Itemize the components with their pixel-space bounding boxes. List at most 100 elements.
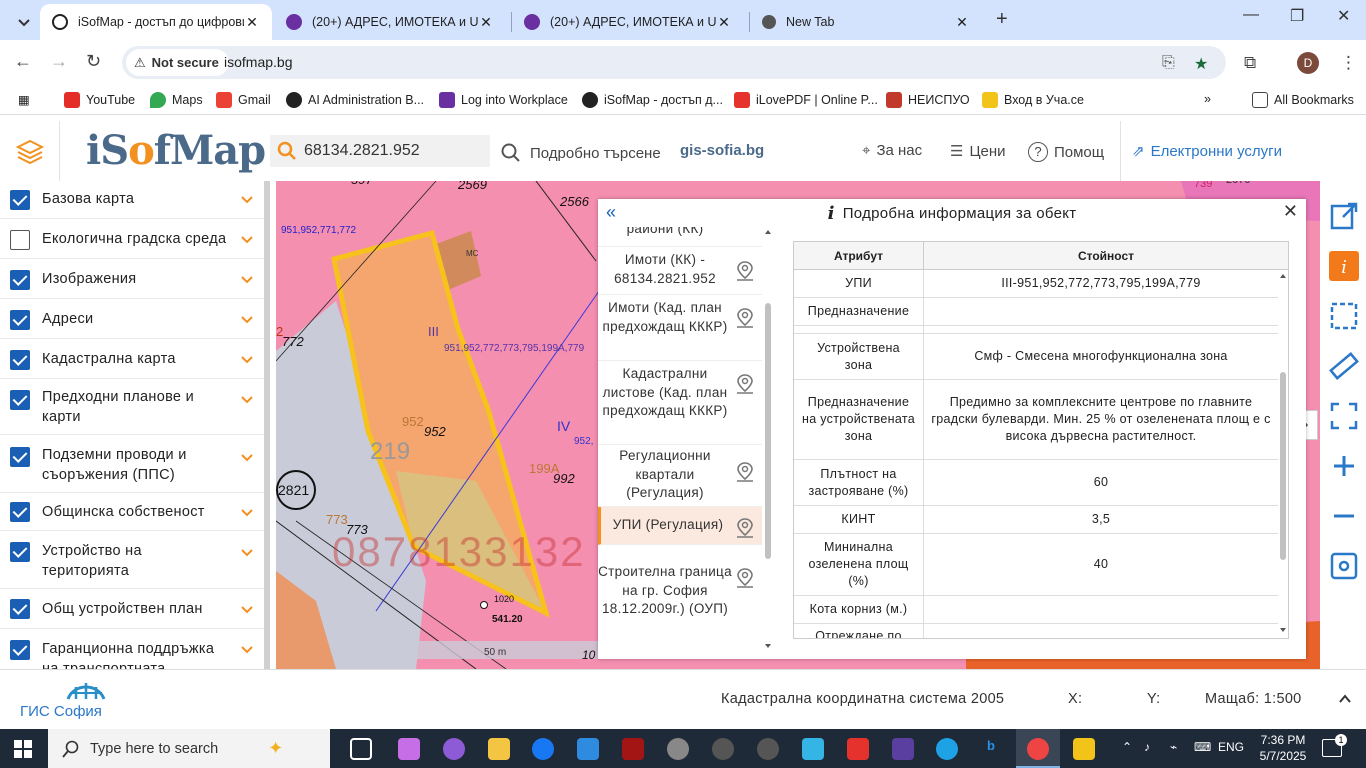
object-item[interactable]: Регулационни квартали (Регулация) [598, 445, 762, 507]
apps-grid-icon[interactable]: ▦ [18, 92, 30, 107]
object-item-selected[interactable]: УПИ (Регулация) [598, 507, 762, 545]
profile-avatar[interactable]: D [1297, 52, 1319, 74]
new-tab-button[interactable]: + [996, 8, 1008, 31]
bookmark-gmail[interactable]: Gmail [216, 92, 271, 108]
minimize-icon[interactable]: — [1243, 6, 1259, 24]
app-grey-icon[interactable] [667, 738, 689, 760]
keyboard-icon[interactable]: ⌨ [1194, 740, 1211, 754]
tab-search-button[interactable] [14, 4, 36, 40]
chevron-down-icon[interactable] [240, 273, 254, 287]
forward-icon[interactable]: → [50, 51, 68, 72]
layer-checkbox[interactable] [10, 350, 30, 370]
map-pin-icon[interactable] [735, 373, 755, 395]
layer-row[interactable]: Общинска собственост [0, 493, 266, 531]
layer-checkbox[interactable] [10, 310, 30, 330]
bookmark-maps[interactable]: Maps [150, 92, 203, 108]
windows-start-icon[interactable] [14, 740, 32, 758]
language-indicator[interactable]: ENG [1218, 740, 1244, 754]
bookmark-ai-admin[interactable]: AI Administration B... [286, 92, 424, 108]
copilot-icon[interactable] [398, 738, 420, 760]
search-input[interactable] [304, 142, 484, 160]
chevron-down-icon[interactable] [240, 393, 254, 407]
layer-checkbox[interactable] [10, 230, 30, 250]
map-pin-icon[interactable] [735, 517, 755, 539]
tab-new-tab[interactable]: New Tab ✕ [750, 4, 982, 40]
chevron-down-icon[interactable] [240, 193, 254, 207]
object-list-scrollbar[interactable] [764, 229, 772, 649]
object-item[interactable]: Имоти (КК) - 68134.2821.952 [598, 247, 762, 295]
layer-checkbox[interactable] [10, 502, 30, 522]
layer-checkbox[interactable] [10, 640, 30, 660]
bookmark-neispuo[interactable]: НЕИСПУО [886, 92, 970, 108]
reload-icon[interactable]: ↻ [86, 51, 101, 72]
isofmap-logo[interactable]: iSofMap [86, 127, 266, 174]
layer-row[interactable]: Предходни планове и карти [0, 379, 266, 435]
menu-kebab-icon[interactable]: ⋮ [1340, 53, 1357, 73]
task-view-icon[interactable] [350, 738, 372, 760]
close-icon[interactable]: ✕ [1283, 201, 1298, 222]
gis-sofia-logo-text[interactable]: ГИС София [20, 703, 102, 720]
zoom-app-icon[interactable] [802, 738, 824, 760]
layer-row[interactable]: Подземни проводи и съоръжения (ППС) [0, 435, 266, 493]
bing-icon[interactable]: b [980, 738, 1002, 760]
chevron-down-icon[interactable] [240, 233, 254, 247]
map-pin-icon[interactable] [735, 461, 755, 483]
object-item[interactable]: Строителна граница на гр. София 18.12.20… [598, 545, 762, 657]
clock[interactable]: 7:36 PM 5/7/2025 [1258, 732, 1308, 764]
restore-icon[interactable]: ❐ [1290, 6, 1304, 26]
layers-toggle-button[interactable] [0, 121, 60, 181]
map-pin-icon[interactable] [735, 567, 755, 589]
taskbar-chrome-active[interactable] [1016, 729, 1060, 768]
taskbar-search[interactable]: Type here to search ✦ [48, 729, 330, 768]
tab-facebook-1[interactable]: (20+) АДРЕС, ИМОТЕКА и UNI ✕ [274, 4, 506, 40]
layer-row[interactable]: Устройство на територията [0, 531, 266, 589]
zoom-in-icon[interactable] [1329, 451, 1359, 481]
bookmarks-overflow-icon[interactable]: » [1204, 92, 1211, 106]
layer-row[interactable]: Адреси [0, 299, 266, 339]
chevron-down-icon[interactable] [240, 451, 254, 465]
close-icon[interactable]: ✕ [954, 14, 970, 31]
external-link-icon[interactable] [1329, 201, 1359, 231]
layer-row[interactable]: Изображения [0, 259, 266, 299]
back-icon[interactable]: ← [14, 51, 32, 72]
zoom-out-icon[interactable] [1329, 501, 1359, 531]
app-red-icon[interactable] [622, 738, 644, 760]
bookmark-star-icon[interactable]: ★ [1194, 54, 1208, 74]
messenger-icon[interactable] [443, 738, 465, 760]
ruler-icon[interactable] [1329, 351, 1359, 381]
layer-row[interactable]: Кадастрална карта [0, 339, 266, 379]
object-item[interactable]: райони (КК) [598, 227, 762, 247]
info-icon[interactable]: i [1329, 251, 1359, 281]
workplace-icon[interactable] [892, 738, 914, 760]
map-pin-icon[interactable] [735, 307, 755, 329]
chrome-bg-profile-icon[interactable] [757, 738, 779, 760]
edge-icon[interactable] [936, 738, 958, 760]
close-icon[interactable]: ✕ [716, 14, 732, 31]
bookmark-youtube[interactable]: YouTube [64, 92, 135, 108]
close-icon[interactable]: ✕ [244, 14, 260, 31]
search-box[interactable] [270, 135, 490, 167]
chevron-down-icon[interactable] [240, 313, 254, 327]
network-icon[interactable]: ⌁ [1170, 740, 1177, 754]
locate-icon[interactable] [1329, 551, 1359, 581]
app-warning-icon[interactable] [1073, 738, 1095, 760]
chevron-down-icon[interactable] [240, 603, 254, 617]
chevron-down-icon[interactable] [240, 643, 254, 657]
layer-checkbox[interactable] [10, 599, 30, 619]
layer-row[interactable]: Гаранционна поддръжка на транспортната [0, 629, 266, 669]
layer-row[interactable]: Общ устройствен план [0, 589, 266, 629]
address-bar[interactable]: ⚠ Not secure isofmap.bg ⎘ ★ [122, 46, 1226, 79]
detailed-search-link[interactable]: Подробно търсене [500, 142, 661, 164]
store-icon[interactable] [577, 738, 599, 760]
table-scrollbar[interactable] [1278, 270, 1288, 638]
translate-icon[interactable]: ⎘ [1162, 54, 1175, 72]
bookmark-isofmap[interactable]: iSofMap - достъп д... [582, 92, 723, 108]
chevron-up-icon[interactable] [1338, 692, 1352, 706]
layer-checkbox[interactable] [10, 190, 30, 210]
file-explorer-icon[interactable] [488, 738, 510, 760]
volume-icon[interactable]: ♪ [1144, 740, 1150, 754]
extensions-icon[interactable]: ⧉ [1244, 53, 1256, 73]
tab-isofmap[interactable]: iSofMap - достъп до цифрови ✕ [40, 4, 272, 40]
about-link[interactable]: ⌖ За нас [862, 142, 922, 159]
gis-sofia-link[interactable]: gis-sofia.bg [680, 142, 764, 159]
